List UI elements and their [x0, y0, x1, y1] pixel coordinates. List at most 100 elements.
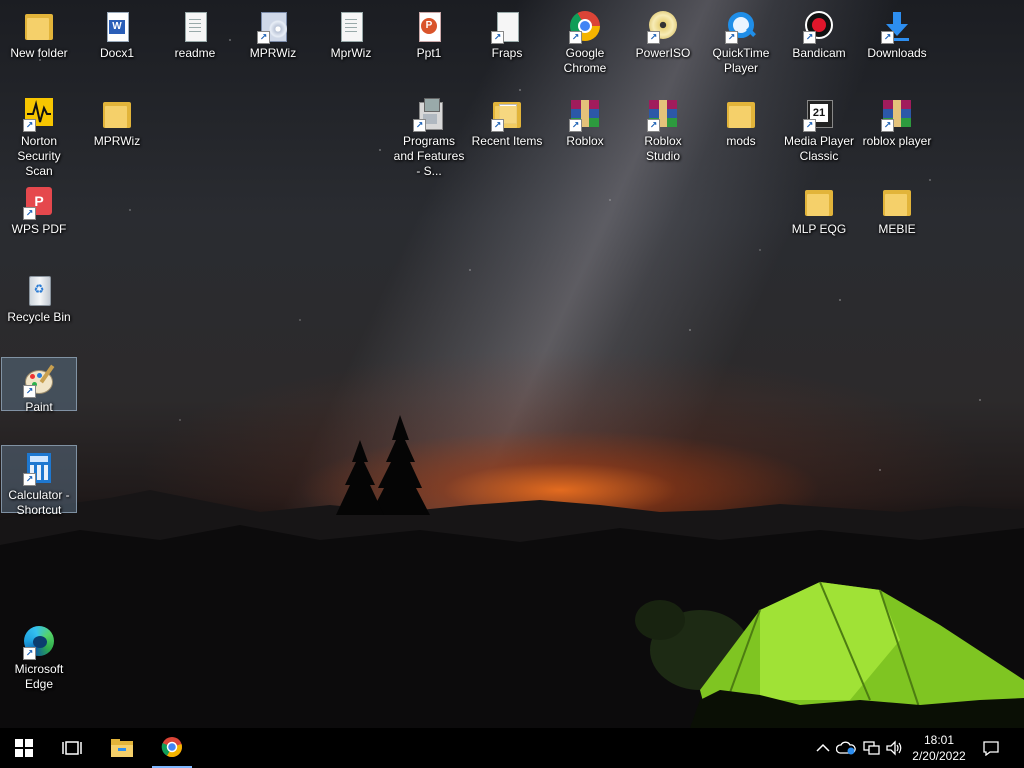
folder-icon	[99, 98, 135, 132]
icon-label: roblox player	[862, 134, 932, 148]
folder-icon	[801, 186, 837, 220]
icon-label: New folder	[10, 46, 68, 60]
icon-label: MPRWiz	[93, 134, 141, 148]
desktop-icon-recent-items[interactable]: ↗ Recent Items	[469, 92, 545, 153]
norton-icon: ↗	[21, 98, 57, 132]
desktop-icon-roblox-player[interactable]: ↗ roblox player	[859, 92, 935, 153]
winrar-archive-icon: ↗	[645, 98, 681, 132]
desktop-icon-fraps[interactable]: ↗ Fraps	[469, 4, 545, 65]
task-view-icon	[62, 741, 82, 755]
icon-label: MPRWiz	[249, 46, 297, 60]
taskbar-google-chrome[interactable]	[152, 728, 192, 768]
folder-icon	[21, 10, 57, 44]
desktop-icon-media-player-classic[interactable]: 21 ↗ Media Player Classic	[781, 92, 857, 168]
desktop-icon-roblox[interactable]: ↗ Roblox	[547, 92, 623, 153]
icon-label: Ppt1	[416, 46, 442, 60]
desktop-icon-mebie[interactable]: MEBIE	[859, 180, 935, 241]
icon-label: MEBIE	[878, 222, 916, 236]
chevron-up-icon[interactable]	[813, 738, 833, 758]
desktop-icon-mprwiz-folder[interactable]: MPRWiz	[79, 92, 155, 153]
desktop-icon-microsoft-edge[interactable]: ↗ Microsoft Edge	[1, 620, 77, 696]
icon-label: Bandicam	[792, 46, 846, 60]
taskbar-file-explorer[interactable]	[102, 728, 142, 768]
recent-items-folder-icon: ↗	[489, 98, 525, 132]
desktop-icon-roblox-studio[interactable]: ↗ Roblox Studio	[625, 92, 701, 168]
icon-label: PowerISO	[635, 46, 691, 60]
quicktime-icon: ↗	[723, 10, 759, 44]
desktop-icon-mlp-eqg[interactable]: MLP EQG	[781, 180, 857, 241]
calculator-icon: ↗	[21, 452, 57, 486]
winrar-archive-icon: ↗	[567, 98, 603, 132]
system-clock[interactable]: 18:01 2/20/2022	[904, 732, 974, 764]
icon-label: Fraps	[491, 46, 523, 60]
desktop-icon-recycle-bin[interactable]: ♻ Recycle Bin	[1, 268, 77, 329]
taskbar: 18:01 2/20/2022	[0, 728, 1024, 768]
desktop-icon-bandicam[interactable]: ↗ Bandicam	[781, 4, 857, 65]
folder-icon	[723, 98, 759, 132]
icon-label: Downloads	[867, 46, 927, 60]
icon-label: Recycle Bin	[7, 310, 71, 324]
icon-label: Norton Security Scan	[17, 134, 61, 178]
winrar-archive-icon: ↗	[879, 98, 915, 132]
desktop-icon-paint[interactable]: ↗ Paint	[1, 357, 77, 414]
icon-label: Calculator - Shortcut	[8, 488, 70, 517]
desktop-icon-docx1[interactable]: W Docx1	[79, 4, 155, 65]
edge-icon: ↗	[21, 626, 57, 660]
desktop-icon-mprwiz-file[interactable]: MprWiz	[313, 4, 389, 65]
icon-label: Roblox	[566, 134, 604, 148]
fraps-file-icon: ↗	[489, 10, 525, 44]
text-document-icon	[333, 10, 369, 44]
desktop-icon-programs-features[interactable]: ↗ Programs and Features - S...	[391, 92, 467, 183]
desktop[interactable]: New folder W Docx1 readme ↗ MPRWiz MprWi…	[0, 0, 1024, 728]
desktop-icon-mods[interactable]: mods	[703, 92, 779, 153]
volume-icon[interactable]	[884, 738, 904, 758]
paint-palette-icon: ↗	[21, 364, 57, 398]
onedrive-cloud-icon[interactable]	[835, 738, 856, 758]
task-view-button[interactable]	[52, 728, 92, 768]
media-player-classic-icon: 21 ↗	[801, 98, 837, 132]
file-explorer-icon	[111, 739, 133, 757]
clock-date: 2/20/2022	[912, 749, 966, 763]
network-icon[interactable]	[861, 738, 881, 758]
icon-label: MLP EQG	[791, 222, 847, 236]
icon-label: mods	[726, 134, 756, 148]
word-document-icon: W	[99, 10, 135, 44]
desktop-icon-google-chrome[interactable]: ↗ Google Chrome	[547, 4, 623, 80]
wps-pdf-icon: P ↗	[21, 186, 57, 220]
desktop-icon-poweriso[interactable]: ↗ PowerISO	[625, 4, 701, 65]
text-document-icon	[177, 10, 213, 44]
download-arrow-icon: ↗	[879, 10, 915, 44]
desktop-icon-wps-pdf[interactable]: P ↗ WPS PDF	[1, 180, 77, 241]
bandicam-record-icon: ↗	[801, 10, 837, 44]
desktop-icon-calculator[interactable]: ↗ Calculator - Shortcut	[1, 445, 77, 517]
folder-icon	[879, 186, 915, 220]
icon-label: Recent Items	[471, 134, 543, 148]
clock-time: 18:01	[923, 733, 955, 747]
action-center-icon[interactable]	[981, 738, 1001, 758]
icon-label: Media Player Classic	[783, 134, 855, 163]
desktop-icon-downloads[interactable]: ↗ Downloads	[859, 4, 935, 65]
icon-label: readme	[174, 46, 216, 60]
windows-logo-icon	[15, 739, 33, 757]
desktop-icon-new-folder[interactable]: New folder	[1, 4, 77, 65]
icon-label: WPS PDF	[11, 222, 67, 236]
icon-label: Microsoft Edge	[14, 662, 64, 691]
mprwiz-disc-icon: ↗	[255, 10, 291, 44]
icon-label: Roblox Studio	[644, 134, 682, 163]
icon-label: Docx1	[99, 46, 134, 60]
desktop-icon-readme[interactable]: readme	[157, 4, 233, 65]
recycle-bin-icon: ♻	[21, 274, 57, 308]
icon-label: QuickTime Player	[712, 46, 770, 75]
desktop-icon-quicktime[interactable]: ↗ QuickTime Player	[703, 4, 779, 80]
icon-label: MprWiz	[330, 46, 372, 60]
desktop-icon-mprwiz-shortcut[interactable]: ↗ MPRWiz	[235, 4, 311, 65]
desktop-icon-ppt1[interactable]: P Ppt1	[391, 4, 467, 65]
start-button[interactable]	[4, 728, 44, 768]
programs-features-icon: ↗	[411, 98, 447, 132]
poweriso-disc-icon: ↗	[645, 10, 681, 44]
chrome-icon	[161, 737, 182, 758]
icon-label: Google Chrome	[563, 46, 607, 75]
chrome-icon: ↗	[567, 10, 603, 44]
icon-label: Paint	[25, 400, 53, 414]
desktop-icon-norton[interactable]: ↗ Norton Security Scan	[1, 92, 77, 183]
